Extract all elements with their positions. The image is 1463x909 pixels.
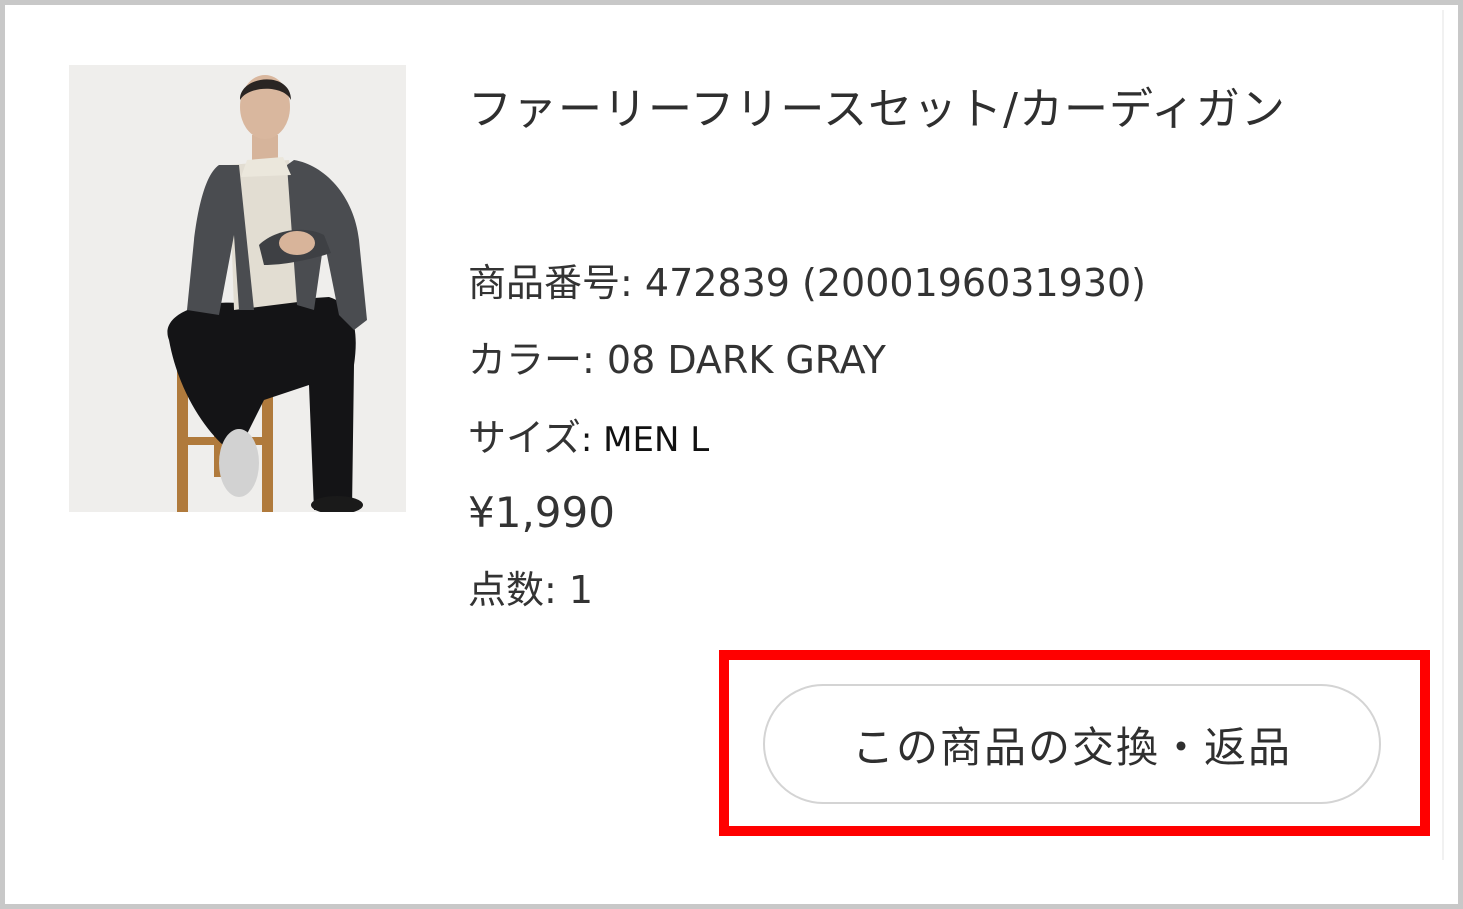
label-separator: : [580,420,604,460]
quantity-row: 点数: 1 [468,567,593,613]
quantity-value: 1 [568,568,594,612]
label-separator: : [544,568,569,612]
label-separator: : [620,261,645,305]
product-number-row: 商品番号: 472839 (2000196031930) [468,260,1146,306]
product-photo-icon [69,65,406,512]
color-row: カラー: 08 DARK GRAY [468,337,886,383]
size-label: サイズ [468,416,581,460]
order-item-card: ファーリーフリースセット/カーディガン 商品番号: 472839 (200019… [0,0,1463,909]
product-number-value: 472839 (2000196031930) [644,261,1146,305]
label-separator: : [582,338,607,382]
price: ¥1,990 [468,488,615,537]
color-value: 08 DARK GRAY [606,338,886,382]
size-row: サイズ: MEN L [468,415,709,463]
divider [1442,10,1444,860]
quantity-label: 点数 [468,568,545,612]
color-label: カラー [468,338,583,382]
size-value: MEN L [603,420,710,460]
product-image[interactable] [69,65,406,512]
exchange-return-button[interactable]: この商品の交換・返品 [763,684,1381,804]
product-number-label: 商品番号 [468,261,621,305]
product-name[interactable]: ファーリーフリースセット/カーディガン [468,71,1348,149]
